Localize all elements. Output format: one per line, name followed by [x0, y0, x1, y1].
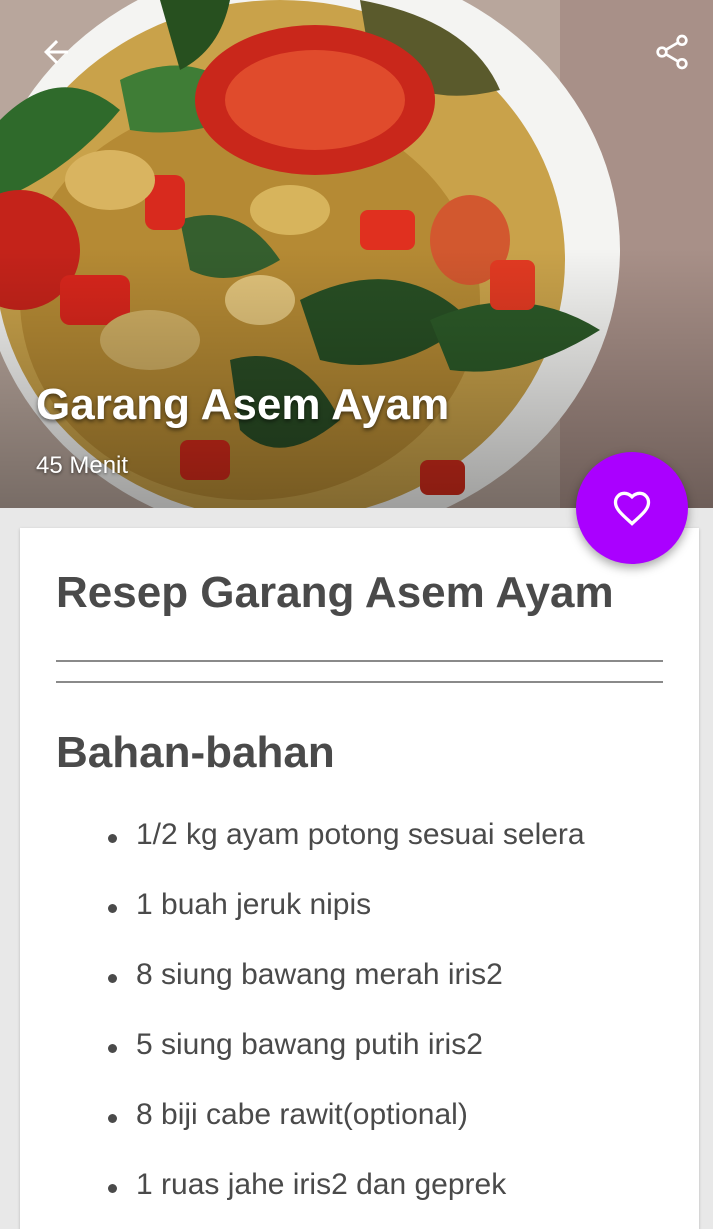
- ingredient-text: 1/2 kg ayam potong sesuai selera: [136, 818, 585, 851]
- cooking-duration: 45 Menit: [36, 452, 129, 479]
- ingredient-text: 5 siung bawang putih iris2: [136, 1028, 483, 1061]
- recipe-title: Resep Garang Asem Ayam: [56, 568, 614, 617]
- back-button[interactable]: [28, 24, 84, 80]
- bullet: [108, 1044, 117, 1053]
- list-item: 1 ruas jahe iris2 dan geprek: [108, 1168, 585, 1229]
- ingredient-text: 8 biji cabe rawit(optional): [136, 1098, 468, 1131]
- list-item: 5 siung bawang putih iris2: [108, 1028, 585, 1098]
- list-item: 1 buah jeruk nipis: [108, 888, 585, 958]
- arrow-left-icon: [44, 40, 68, 64]
- list-item: 8 siung bawang merah iris2: [108, 958, 585, 1028]
- ingredient-text: 1 buah jeruk nipis: [136, 888, 372, 921]
- ingredient-text: 1 ruas jahe iris2 dan geprek: [136, 1168, 507, 1201]
- share-icon: [656, 34, 688, 70]
- bullet: [108, 904, 117, 913]
- ingredients-heading: Bahan-bahan: [56, 728, 335, 777]
- favorite-button[interactable]: [576, 452, 688, 564]
- hero-title: Garang Asem Ayam: [36, 380, 450, 429]
- list-item: 1/2 kg ayam potong sesuai selera: [108, 818, 585, 888]
- recipe-card: Resep Garang Asem Ayam Bahan-bahan 1/2 k…: [20, 528, 699, 1229]
- bullet: [108, 834, 117, 843]
- ingredients-list: 1/2 kg ayam potong sesuai selera 1 buah …: [108, 818, 585, 1229]
- ingredient-text: 8 siung bawang merah iris2: [136, 958, 503, 991]
- bullet: [108, 1184, 117, 1193]
- divider: [56, 660, 663, 662]
- divider: [56, 681, 663, 683]
- bullet: [108, 974, 117, 983]
- recipe-hero-image: Garang Asem Ayam 45 Menit: [0, 0, 713, 508]
- bullet: [108, 1114, 117, 1123]
- heart-icon: [613, 491, 651, 526]
- share-button[interactable]: [644, 24, 700, 80]
- list-item: 8 biji cabe rawit(optional): [108, 1098, 585, 1168]
